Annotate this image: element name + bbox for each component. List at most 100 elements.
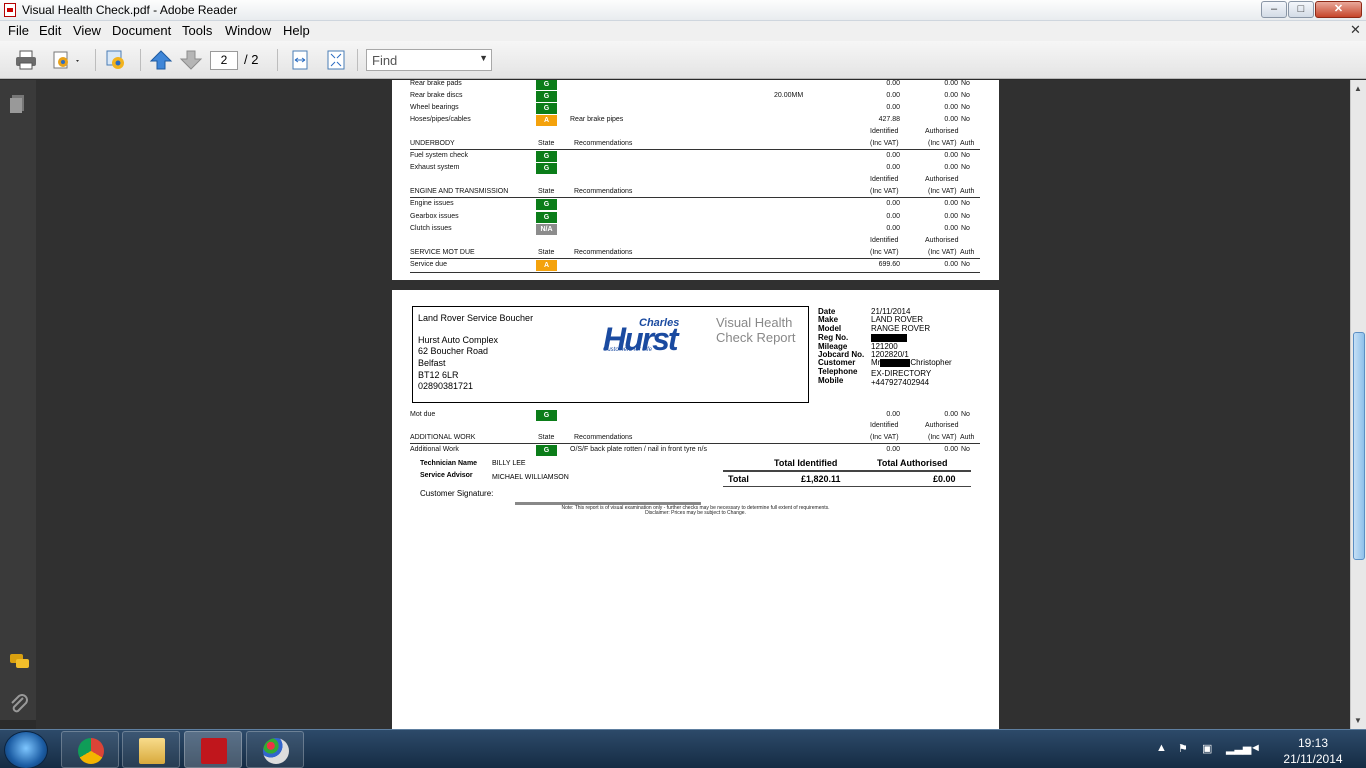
adobe-reader-icon — [201, 738, 227, 764]
col-authorised: Authorised — [925, 237, 959, 244]
minimize-button[interactable]: – — [1261, 1, 1287, 18]
menu-edit[interactable]: Edit — [39, 23, 61, 38]
taskbar-paint[interactable] — [246, 731, 304, 768]
report-title-line: Visual Health — [716, 315, 793, 330]
chevron-down-icon[interactable]: ▼ — [479, 53, 488, 63]
col-inc-vat: (Inc VAT) — [928, 249, 957, 256]
inspection-row: Gearbox issues G 0.00 0.00 No — [410, 212, 980, 224]
detail-key: Mobile — [818, 376, 844, 385]
inspection-row: Wheel bearings G 0.00 0.00 No — [410, 103, 980, 115]
page-number-input[interactable]: 2 — [210, 51, 238, 70]
full-screen-icon[interactable] — [324, 49, 348, 71]
authorised-value: 0.00 — [944, 446, 958, 453]
taskbar-explorer[interactable] — [122, 731, 180, 768]
item-label: Fuel system check — [410, 152, 468, 159]
next-page-icon[interactable] — [179, 49, 203, 71]
col-identified: Identified — [870, 422, 899, 429]
col-inc-vat: (Inc VAT) — [870, 188, 899, 195]
auth-value: No — [961, 411, 970, 418]
scroll-up-icon[interactable]: ▲ — [1354, 84, 1362, 93]
taskbar: ▲ ⚑ ▣ ▂▃▅ ◄ 19:13 21/11/2014 — [0, 729, 1366, 768]
find-input[interactable]: Find ▼ — [366, 49, 492, 71]
auth-value: No — [961, 225, 970, 232]
clock[interactable]: 19:13 21/11/2014 — [1268, 735, 1358, 767]
close-button[interactable]: ✕ — [1315, 1, 1362, 18]
document-view[interactable]: Rear brake pads G 0.00 0.00 No Rear brak… — [36, 80, 1350, 729]
authorised-value: 0.00 — [944, 116, 958, 123]
previous-page-icon[interactable] — [149, 49, 173, 71]
authorised-value: 0.00 — [944, 225, 958, 232]
address-line: 62 Boucher Road — [418, 346, 489, 356]
comments-panel-icon[interactable] — [9, 652, 29, 672]
inspection-row: Rear brake pads G 0.00 0.00 No — [410, 80, 980, 91]
state-badge: G — [536, 212, 557, 223]
disclaimer: Disclaimer: Prices may be subject to Cha… — [645, 510, 746, 516]
share-icon[interactable] — [51, 49, 79, 71]
reg-value-redacted — [871, 333, 907, 342]
maximize-button[interactable]: □ — [1288, 1, 1314, 18]
state-badge: G — [536, 199, 557, 210]
identified-value: 0.00 — [886, 152, 900, 159]
menu-document[interactable]: Document — [112, 23, 171, 38]
window-title: Visual Health Check.pdf - Adobe Reader — [22, 3, 238, 17]
state-badge: G — [536, 103, 557, 114]
action-center-icon[interactable]: ⚑ — [1178, 742, 1188, 755]
auth-value: No — [961, 164, 970, 171]
telephone-value: EX-DIRECTORY — [871, 369, 932, 378]
auth-value: No — [961, 261, 970, 268]
menu-window[interactable]: Window — [225, 23, 271, 38]
folder-icon — [139, 738, 165, 764]
identified-value: 427.88 — [878, 116, 900, 123]
attachments-panel-icon[interactable] — [9, 694, 28, 714]
signature-label: Customer Signature: — [420, 489, 494, 498]
authorised-value: 0.00 — [944, 200, 958, 207]
scroll-down-icon[interactable]: ▼ — [1354, 716, 1362, 725]
section-title: ADDITIONAL WORK — [410, 434, 476, 441]
taskbar-adobe-reader[interactable] — [184, 731, 242, 768]
pages-panel-icon[interactable] — [9, 94, 27, 114]
state-badge: G — [536, 445, 557, 456]
network-icon[interactable]: ▂▃▅ — [1226, 742, 1251, 755]
col-inc-vat: (Inc VAT) — [928, 140, 957, 147]
inspection-row: Service due A 699.60 0.00 No — [410, 260, 980, 272]
scroll-thumb[interactable] — [1353, 332, 1365, 560]
document-close-icon[interactable]: ✕ — [1350, 22, 1361, 38]
section-header: Identified Authorised UNDERBODY State Re… — [410, 128, 980, 152]
identified-value: 0.00 — [886, 200, 900, 207]
volume-icon[interactable]: ◄ — [1250, 742, 1261, 754]
taskbar-chrome[interactable] — [61, 731, 119, 768]
col-identified: Identified — [870, 128, 899, 135]
start-button[interactable] — [4, 731, 48, 768]
vertical-scrollbar[interactable]: ▲ ▼ — [1350, 80, 1366, 729]
logo-tagline: Customers for Life — [603, 347, 653, 353]
item-label: Rear brake pads — [410, 80, 462, 87]
authorised-value: 0.00 — [944, 213, 958, 220]
menu-tools[interactable]: Tools — [182, 23, 212, 38]
print-icon[interactable] — [14, 49, 38, 71]
customer-name: Christopher — [910, 358, 952, 367]
state-badge: G — [536, 163, 557, 174]
col-inc-vat: (Inc VAT) — [870, 434, 899, 441]
show-hidden-icons[interactable]: ▲ — [1156, 742, 1167, 754]
col-state: State — [538, 249, 555, 256]
section-title: SERVICE MOT DUE — [410, 249, 475, 256]
col-state: State — [538, 434, 555, 441]
advisor-name: MICHAEL WILLIAMSON — [492, 474, 569, 481]
authorised-value: 0.00 — [944, 152, 958, 159]
identified-value: 699.60 — [878, 261, 900, 268]
menu-file[interactable]: File — [8, 23, 29, 38]
power-icon[interactable]: ▣ — [1202, 742, 1212, 755]
col-recommendations: Recommendations — [574, 434, 633, 441]
state-badge: G — [536, 151, 557, 162]
inspection-row: Clutch issues N/A 0.00 0.00 No — [410, 224, 980, 236]
state-badge: A — [536, 115, 557, 126]
menu-help[interactable]: Help — [283, 23, 310, 38]
phone-number: 02890381721 — [418, 381, 474, 391]
detail-key: Telephone — [818, 367, 858, 376]
collaborate-icon[interactable] — [104, 49, 128, 71]
auth-value: No — [961, 80, 970, 87]
col-inc-vat: (Inc VAT) — [870, 140, 899, 147]
detail-key: Reg No. — [818, 333, 849, 342]
menu-view[interactable]: View — [73, 23, 101, 38]
fit-width-icon[interactable] — [288, 49, 312, 71]
